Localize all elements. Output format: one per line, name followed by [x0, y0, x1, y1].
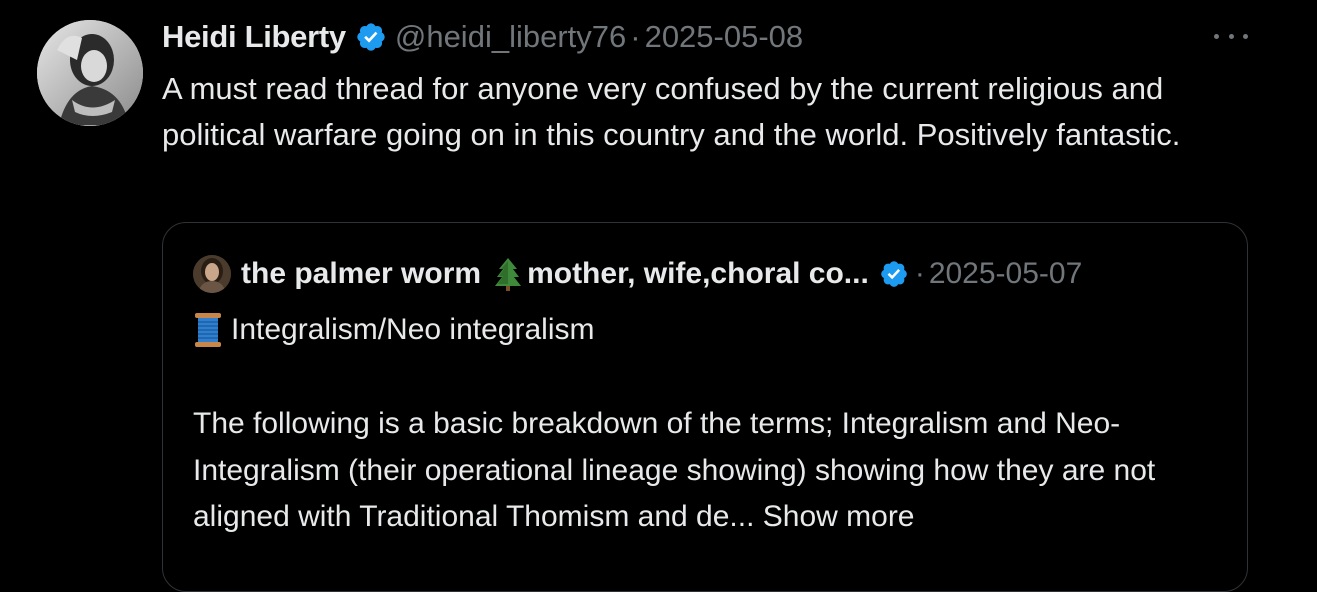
quoted-first-line-text: Integralism/Neo integralism [231, 313, 595, 346]
evergreen-tree-icon [495, 258, 522, 291]
quoted-header-separator: · [914, 257, 925, 290]
quoted-author-display-name: the palmer worm [241, 257, 482, 290]
tweet-date[interactable]: 2025-05-08 [645, 19, 804, 55]
author-avatar[interactable] [37, 20, 143, 126]
quoted-author-avatar [193, 255, 231, 293]
quoted-body-text: The following is a basic breakdown of th… [193, 407, 1156, 533]
verified-badge-icon [357, 23, 385, 51]
quoted-first-line: Integralism/Neo integralism [193, 311, 594, 349]
quoted-tweet-card[interactable]: the palmer worm mother, wife,choral co..… [162, 222, 1248, 592]
header-separator: · [630, 19, 641, 54]
quoted-tweet-header: the palmer worm mother, wife,choral co..… [193, 253, 1082, 295]
quoted-tweet-date: 2025-05-07 [928, 257, 1083, 290]
quoted-verified-badge-icon [881, 261, 907, 287]
author-display-name[interactable]: Heidi Liberty [162, 19, 346, 55]
quoted-author-display-name-rest: mother, wife,choral co... [527, 257, 869, 290]
tweet-text: A must read thread for anyone very confu… [162, 71, 1181, 152]
tweet-header: Heidi Liberty @heidi_liberty76 · 2025-05… [162, 16, 803, 58]
spool-of-thread-icon [195, 313, 221, 347]
quoted-tweet-body: The following is a basic breakdown of th… [193, 401, 1223, 541]
show-more-link[interactable]: Show more [763, 500, 915, 533]
author-handle[interactable]: @heidi_liberty76 [395, 19, 626, 55]
more-horizontal-icon [1214, 33, 1219, 39]
more-options-button[interactable] [1214, 28, 1248, 44]
